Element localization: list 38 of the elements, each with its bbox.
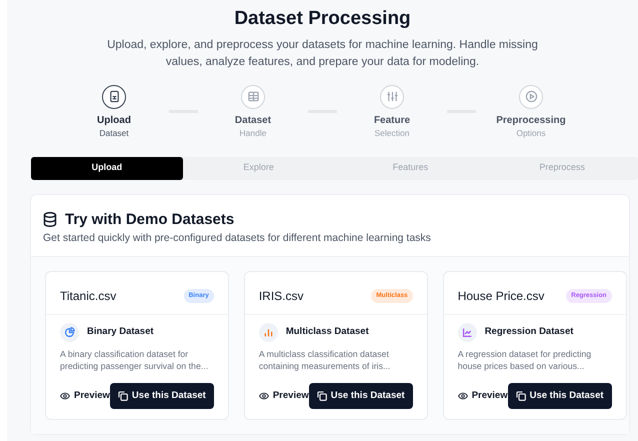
eye-icon <box>60 392 70 400</box>
step-title: Dataset <box>234 114 272 127</box>
step-title: Preprocessing <box>495 114 567 127</box>
eye-icon <box>458 392 468 400</box>
line-chart-icon <box>462 326 473 338</box>
dataset-description: A multiclass classification dataset containing measurements of iris... <box>258 348 392 373</box>
preview-button[interactable]: Preview <box>60 388 110 404</box>
page-title: Dataset Processing <box>233 8 412 31</box>
database-icon <box>43 212 57 228</box>
use-dataset-button[interactable]: Use this Dataset <box>508 382 612 410</box>
step-caption: Selection <box>374 126 410 140</box>
tab[interactable]: Upload <box>31 156 183 180</box>
page-subtitle: Upload, explore, and preprocess your datasets for machine learning. Handle missing values, analyze features, and prepare your data for modeling. <box>106 38 539 70</box>
use-dataset-button[interactable]: Use this Dataset <box>308 382 413 410</box>
step-caption: Handle <box>238 126 268 140</box>
step-title: Feature <box>372 114 412 127</box>
step-caption: Options <box>515 126 547 140</box>
dataset-name: IRIS.csv <box>258 288 304 305</box>
copy-icon <box>316 390 327 401</box>
copy-icon <box>118 390 128 401</box>
use-dataset-button[interactable]: Use this Dataset <box>110 382 214 410</box>
dataset-type: Regression Dataset <box>484 325 574 340</box>
dataset-type: Multiclass Dataset <box>286 325 369 340</box>
dataset-description: A binary classification dataset for predicting passenger survival on the... <box>60 348 210 373</box>
preview-button[interactable]: Preview <box>258 388 309 404</box>
step-caption: Dataset <box>98 126 130 140</box>
dataset-name: Titanic.csv <box>60 288 116 305</box>
dataset-type: Binary Dataset <box>87 325 154 340</box>
copy-icon <box>516 390 526 401</box>
dataset-description: A regression dataset for predicting house prices based on various... <box>458 348 592 373</box>
pie-chart-icon <box>64 326 75 338</box>
preview-button[interactable]: Preview <box>458 388 508 404</box>
step-title: Upload <box>96 114 132 127</box>
eye-icon <box>258 392 269 400</box>
section-subtitle: Get started quickly with pre-configured datasets for different machine learning tasks <box>43 231 432 246</box>
bar-chart-icon <box>262 326 274 338</box>
dataset-name: House Price.csv <box>458 288 544 305</box>
section-title: Try with Demo Datasets <box>65 210 234 230</box>
